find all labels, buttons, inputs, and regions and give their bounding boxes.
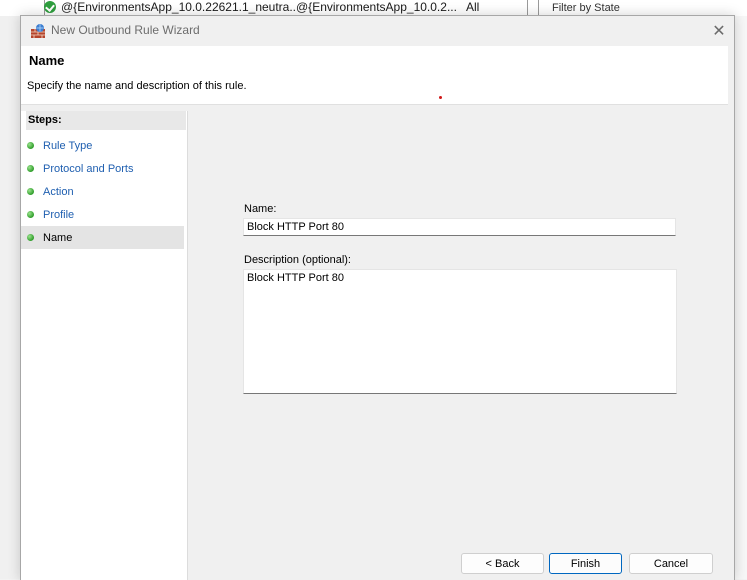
background-row-profile: All xyxy=(466,0,480,14)
step-protocol-and-ports[interactable]: Protocol and Ports xyxy=(21,157,184,180)
step-complete-icon xyxy=(27,165,34,172)
step-rule-type[interactable]: Rule Type xyxy=(21,134,184,157)
step-label: Action xyxy=(43,185,74,198)
background-action-label: Filter by State xyxy=(552,2,620,14)
step-complete-icon xyxy=(27,211,34,218)
step-label: Name xyxy=(43,231,73,244)
background-table-row[interactable]: @{EnvironmentsApp_10.0.22621.1_neutra...… xyxy=(44,0,479,14)
step-action[interactable]: Action xyxy=(21,180,184,203)
back-button[interactable]: < Back xyxy=(461,553,544,574)
background-right-edge xyxy=(733,16,747,579)
background-grid-border xyxy=(527,0,528,16)
step-current-icon xyxy=(27,234,34,241)
background-row-group: @{EnvironmentsApp_10.0.2... xyxy=(296,0,457,14)
background-row-name: @{EnvironmentsApp_10.0.22621.1_neutra... xyxy=(61,0,296,14)
step-complete-icon xyxy=(27,142,34,149)
enabled-check-icon xyxy=(44,1,56,13)
title-bar[interactable]: New Outbound Rule Wizard ✕ xyxy=(21,16,734,46)
background-left-edge xyxy=(0,16,20,579)
step-name[interactable]: Name xyxy=(21,226,184,249)
step-label: Profile xyxy=(43,208,75,221)
red-dot-marker xyxy=(439,96,442,99)
dialog-title: New Outbound Rule Wizard xyxy=(51,23,200,37)
name-label: Name: xyxy=(244,203,277,215)
steps-panel: Steps: Rule Type Protocol and Ports Acti… xyxy=(21,111,188,580)
page-title: Name xyxy=(29,53,65,68)
name-field[interactable] xyxy=(243,218,676,236)
page-header: Name Specify the name and description of… xyxy=(21,46,728,105)
description-field[interactable]: Block HTTP Port 80 xyxy=(243,269,677,394)
step-complete-icon xyxy=(27,188,34,195)
step-label: Protocol and Ports xyxy=(43,162,134,175)
cancel-button[interactable]: Cancel xyxy=(629,553,713,574)
page-subtitle: Specify the name and description of this… xyxy=(27,80,247,92)
step-profile[interactable]: Profile xyxy=(21,203,184,226)
firewall-icon xyxy=(30,23,46,39)
step-label: Rule Type xyxy=(43,139,93,152)
description-label: Description (optional): xyxy=(244,254,351,266)
steps-heading: Steps: xyxy=(26,111,186,130)
close-icon: ✕ xyxy=(712,23,726,40)
background-pane-border xyxy=(538,0,539,16)
close-button[interactable]: ✕ xyxy=(704,16,734,46)
finish-button[interactable]: Finish xyxy=(549,553,622,574)
outbound-rule-wizard-dialog: New Outbound Rule Wizard ✕ Name Specify … xyxy=(20,15,735,580)
